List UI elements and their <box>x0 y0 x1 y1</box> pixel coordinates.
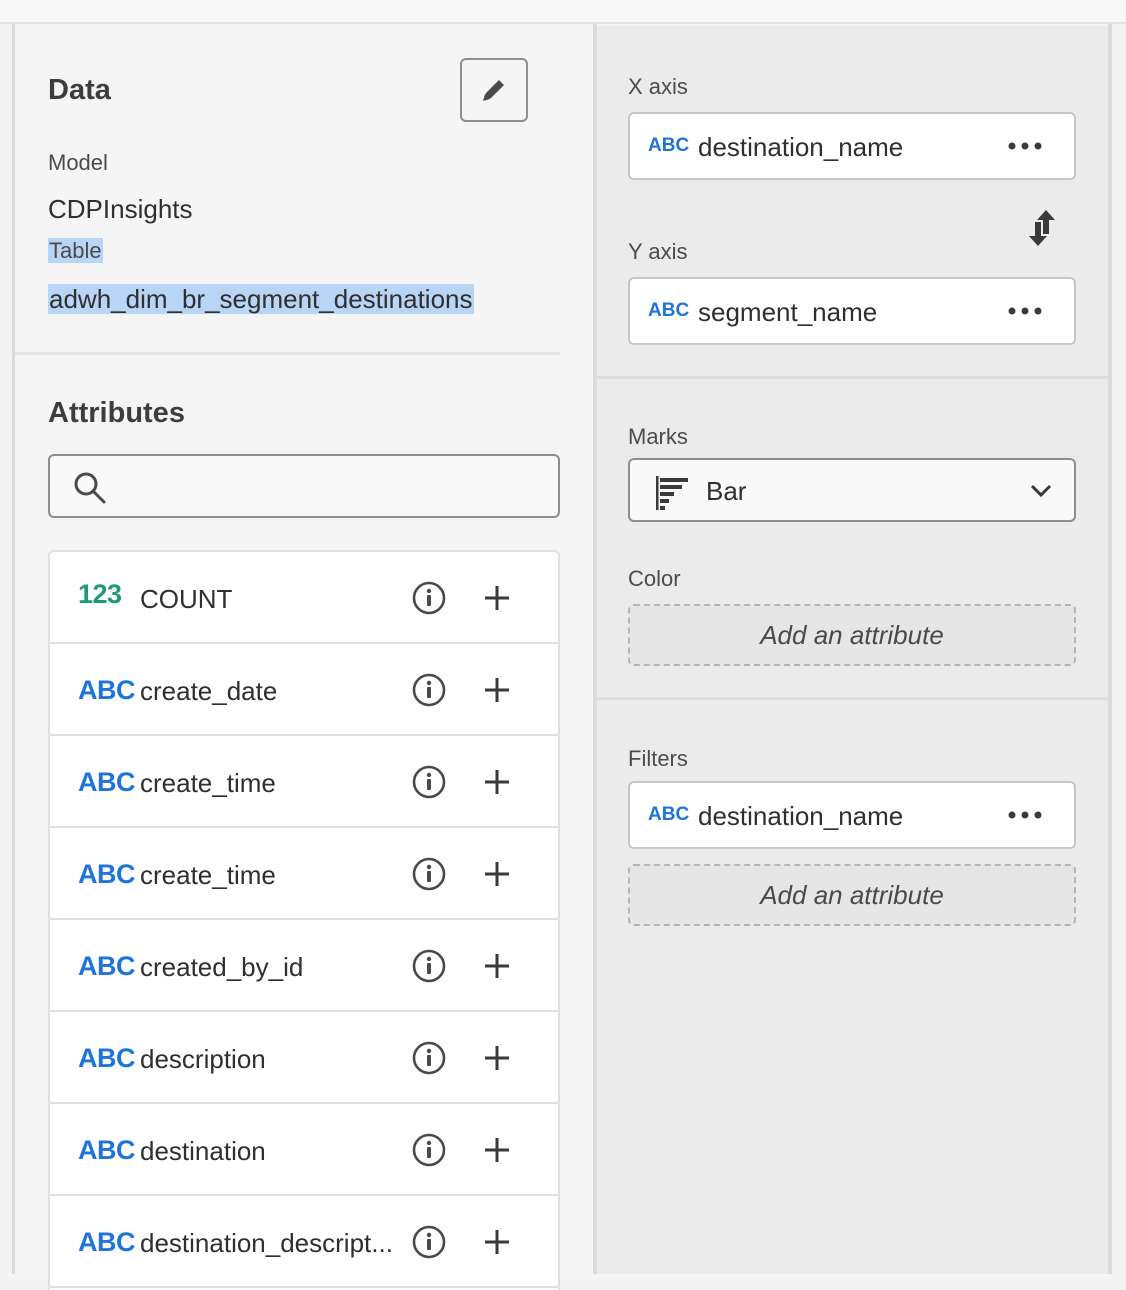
marks-value: Bar <box>706 476 747 506</box>
filter-field[interactable]: ABC destination_name <box>628 781 1076 849</box>
color-add-attribute[interactable]: Add an attribute <box>628 604 1076 666</box>
model-value: CDPInsights <box>48 194 193 224</box>
string-type-badge: ABC <box>78 1227 136 1257</box>
add-attribute-icon[interactable] <box>482 1227 512 1257</box>
attribute-name: destination_descript... <box>140 1228 393 1258</box>
attribute-item[interactable]: ABC destination_descript... <box>50 1196 558 1288</box>
attribute-name: create_time <box>140 768 276 798</box>
bar-chart-icon <box>656 476 688 510</box>
color-label: Color <box>628 566 681 591</box>
add-attribute-icon[interactable] <box>482 1135 512 1165</box>
info-icon[interactable] <box>412 673 446 707</box>
attributes-section-title: Attributes <box>48 397 185 429</box>
y-axis-label: Y axis <box>628 239 688 264</box>
string-type-badge: ABC <box>78 767 136 797</box>
table-value: adwh_dim_br_segment_destinations <box>48 284 474 314</box>
info-icon[interactable] <box>412 581 446 615</box>
attribute-item[interactable]: 123 COUNT <box>50 552 558 644</box>
add-attribute-icon[interactable] <box>482 767 512 797</box>
marks-dropdown[interactable]: Bar <box>628 458 1076 522</box>
add-attribute-icon[interactable] <box>482 859 512 889</box>
top-bar <box>0 0 1126 24</box>
attribute-name: created_by_id <box>140 952 304 982</box>
edit-data-button[interactable] <box>460 58 528 122</box>
info-icon[interactable] <box>412 949 446 983</box>
more-options-icon[interactable] <box>1008 140 1042 152</box>
number-type-badge: 123 <box>78 579 122 609</box>
model-label: Model <box>48 150 108 175</box>
filter-add-attribute[interactable]: Add an attribute <box>628 864 1076 926</box>
data-section-title: Data <box>48 74 111 106</box>
attribute-name: destination <box>140 1136 266 1166</box>
search-icon <box>74 472 106 504</box>
info-icon[interactable] <box>412 1133 446 1167</box>
y-axis-field-name: segment_name <box>698 297 878 327</box>
attribute-search-input[interactable] <box>48 454 560 518</box>
filter-field-name: destination_name <box>698 801 904 831</box>
attribute-name: create_date <box>140 676 278 706</box>
attribute-item[interactable]: ABC destination <box>50 1104 558 1196</box>
info-icon[interactable] <box>412 1041 446 1075</box>
more-options-icon[interactable] <box>1008 305 1042 317</box>
add-attribute-icon[interactable] <box>482 675 512 705</box>
filters-label: Filters <box>628 746 688 771</box>
attribute-name: description <box>140 1044 266 1074</box>
info-icon[interactable] <box>412 857 446 891</box>
string-type-badge: ABC <box>648 300 690 321</box>
swap-axes-icon[interactable] <box>1024 208 1060 248</box>
x-axis-label: X axis <box>628 74 688 99</box>
attribute-item[interactable]: ABC create_date <box>50 644 558 736</box>
add-attribute-icon[interactable] <box>482 583 512 613</box>
string-type-badge: ABC <box>78 675 136 705</box>
attribute-item[interactable]: ABC created_by_id <box>50 920 558 1012</box>
attribute-item[interactable]: ABC description <box>50 1012 558 1104</box>
more-options-icon[interactable] <box>1008 809 1042 821</box>
string-type-badge: ABC <box>648 804 690 825</box>
table-label: Table <box>48 238 103 263</box>
attribute-name: COUNT <box>140 584 233 614</box>
section-divider <box>597 697 1108 700</box>
marks-label: Marks <box>628 424 688 449</box>
x-axis-field-name: destination_name <box>698 132 904 162</box>
y-axis-field[interactable]: ABC segment_name <box>628 277 1076 345</box>
attribute-list: 123 COUNT ABC create_date ABC create_tim… <box>48 550 560 1290</box>
section-divider <box>15 352 560 355</box>
add-attribute-icon[interactable] <box>482 1043 512 1073</box>
section-divider <box>597 376 1108 379</box>
attribute-name: create_time <box>140 860 276 890</box>
string-type-badge: ABC <box>78 951 136 981</box>
pencil-icon <box>483 80 504 101</box>
string-type-badge: ABC <box>78 1043 136 1073</box>
info-icon[interactable] <box>412 1225 446 1259</box>
string-type-badge: ABC <box>78 859 136 889</box>
outer-margin <box>1112 24 1126 1274</box>
add-attribute-icon[interactable] <box>482 951 512 981</box>
x-axis-field[interactable]: ABC destination_name <box>628 112 1076 180</box>
info-icon[interactable] <box>412 765 446 799</box>
attribute-item[interactable]: ABC create_time <box>50 736 558 828</box>
string-type-badge: ABC <box>78 1135 136 1165</box>
string-type-badge: ABC <box>648 135 690 156</box>
attribute-item[interactable]: ABC create_time <box>50 828 558 920</box>
chevron-down-icon <box>1030 484 1052 498</box>
